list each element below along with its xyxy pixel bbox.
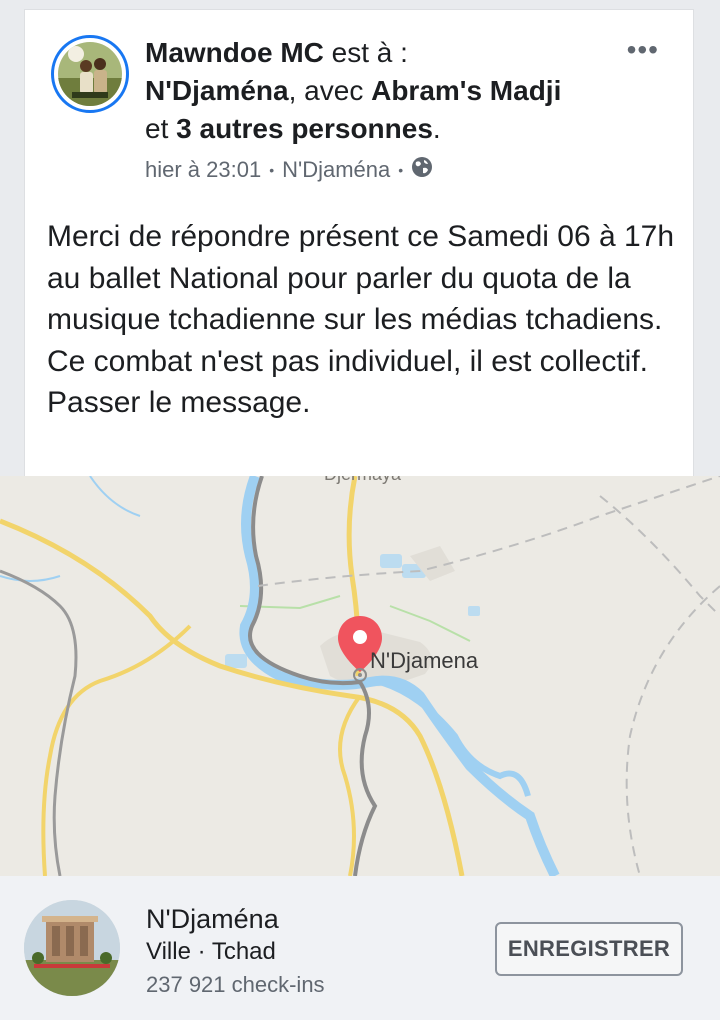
- place-category: Ville · Tchad: [146, 938, 276, 965]
- location-link[interactable]: N'Djaména: [145, 75, 289, 106]
- place-photo[interactable]: [24, 900, 120, 996]
- with-text: , avec: [288, 75, 372, 106]
- post-body: Merci de répondre présent ce Samedi 06 à…: [47, 220, 675, 419]
- post-meta: hier à 23:01 • N'Djaména •: [145, 156, 433, 184]
- author-name[interactable]: Mawndoe MC: [145, 37, 324, 68]
- meta-separator: •: [269, 162, 275, 178]
- meta-separator-2: •: [398, 162, 404, 178]
- and-text: et: [145, 113, 177, 144]
- others-link[interactable]: 3 autres personnes: [176, 113, 433, 144]
- more-options-button[interactable]: •••: [627, 34, 659, 66]
- place-panel: N'Djaména Ville · Tchad 237 921 check-in…: [0, 876, 720, 1020]
- post-header: Mawndoe MC est à : N'Djaména, avec Abram…: [145, 34, 605, 148]
- author-avatar[interactable]: [51, 35, 129, 113]
- map-city-label: N'Djamena: [370, 648, 479, 673]
- tagged-person-link[interactable]: Abram's Madji: [371, 75, 561, 106]
- save-button[interactable]: ENREGISTRER: [495, 922, 683, 976]
- avatar-photo: [58, 42, 122, 106]
- is-at-text: est à :: [323, 37, 408, 68]
- place-name[interactable]: N'Djaména: [146, 904, 279, 935]
- place-checkins: 237 921 check-ins: [146, 972, 325, 997]
- post-time[interactable]: hier à 23:01: [145, 157, 261, 183]
- period-text: .: [432, 113, 441, 144]
- post-card: Mawndoe MC est à : N'Djaména, avec Abram…: [24, 9, 694, 479]
- meta-location[interactable]: N'Djaména: [282, 157, 390, 183]
- globe-icon: [411, 156, 433, 184]
- map-top-label: Djermaya: [324, 476, 401, 485]
- location-map[interactable]: Djermaya N'Djamena: [0, 476, 720, 876]
